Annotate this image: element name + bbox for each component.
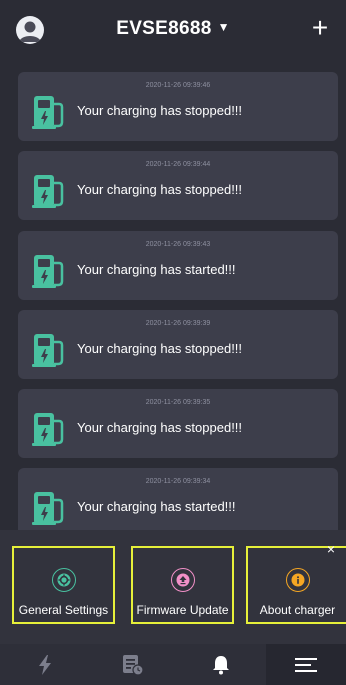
notification-message: Your charging has stopped!!! <box>77 182 243 197</box>
lightning-icon <box>39 654 51 675</box>
general-settings-button[interactable]: General Settings <box>12 546 115 624</box>
add-button[interactable]: + <box>308 12 332 44</box>
charger-icon <box>32 255 64 288</box>
upload-icon <box>170 568 195 592</box>
notification-card[interactable]: 2020-11-26 09:39:44 Your charging has st… <box>18 151 338 220</box>
tab-records[interactable] <box>90 644 176 685</box>
notification-card[interactable]: 2020-11-26 09:39:34 Your charging has st… <box>18 468 338 530</box>
app-header: EVSE8688 ▼ + <box>0 0 346 62</box>
firmware-update-button[interactable]: Firmware Update <box>131 546 234 624</box>
firmware-update-label: Firmware Update <box>136 603 229 617</box>
charger-icon <box>32 175 64 208</box>
notification-list: 2020-11-26 09:39:46 Your charging has st… <box>0 62 346 530</box>
notification-message: Your charging has stopped!!! <box>77 341 243 356</box>
close-icon[interactable]: × <box>324 542 338 556</box>
options-sheet: General Settings Firmware Update About c… <box>0 530 346 644</box>
records-icon <box>123 654 144 676</box>
bottom-tab-bar <box>0 644 346 685</box>
notification-card[interactable]: 2020-11-26 09:39:43 Your charging has st… <box>18 231 338 300</box>
notification-card[interactable]: 2020-11-26 09:39:46 Your charging has st… <box>18 72 338 141</box>
general-settings-label: General Settings <box>18 603 109 617</box>
notification-timestamp: 2020-11-26 09:39:43 <box>145 241 211 248</box>
notification-message: Your charging has stopped!!! <box>77 103 243 118</box>
notification-card[interactable]: 2020-11-26 09:39:39 Your charging has st… <box>18 310 338 379</box>
info-icon <box>285 568 310 592</box>
tab-menu[interactable] <box>266 644 346 685</box>
device-selector[interactable]: EVSE8688 ▼ <box>0 18 346 40</box>
tab-notifications[interactable] <box>176 644 266 685</box>
menu-icon <box>295 657 317 672</box>
notification-message: Your charging has started!!! <box>77 262 236 277</box>
tab-charging[interactable] <box>0 644 90 685</box>
notification-card[interactable]: 2020-11-26 09:39:35 Your charging has st… <box>18 389 338 458</box>
notification-message: Your charging has stopped!!! <box>77 420 243 435</box>
notification-timestamp: 2020-11-26 09:39:46 <box>145 82 211 89</box>
charger-icon <box>32 413 64 446</box>
about-charger-button[interactable]: About charger <box>246 546 346 624</box>
notification-timestamp: 2020-11-26 09:39:39 <box>145 320 211 327</box>
bell-icon <box>213 655 229 674</box>
gear-icon <box>51 568 76 592</box>
notification-message: Your charging has started!!! <box>77 499 236 514</box>
charger-icon <box>32 334 64 367</box>
notification-timestamp: 2020-11-26 09:39:44 <box>145 161 211 168</box>
charger-icon <box>32 96 64 129</box>
device-name: EVSE8688 <box>116 18 212 39</box>
caret-down-icon: ▼ <box>217 20 230 34</box>
notification-timestamp: 2020-11-26 09:39:34 <box>145 478 211 485</box>
notification-timestamp: 2020-11-26 09:39:35 <box>145 399 211 406</box>
charger-icon <box>32 492 64 525</box>
about-charger-label: About charger <box>259 603 336 617</box>
